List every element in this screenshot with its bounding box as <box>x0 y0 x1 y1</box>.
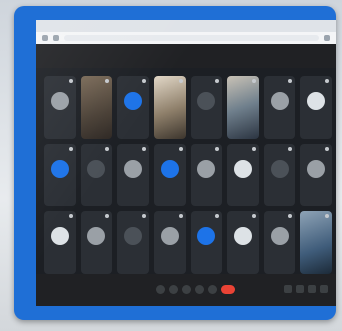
present-icon[interactable] <box>208 285 217 294</box>
participant-tile[interactable] <box>153 76 186 139</box>
participant-tile[interactable] <box>117 211 149 274</box>
muted-mic-icon <box>288 146 293 151</box>
meeting-screen <box>36 20 336 306</box>
address-bar <box>36 32 336 44</box>
center-controls <box>156 285 235 294</box>
activities-icon[interactable] <box>320 285 328 293</box>
people-icon[interactable] <box>296 285 304 293</box>
avatar <box>307 159 326 178</box>
participant-tile[interactable] <box>263 211 296 274</box>
participant-tile[interactable] <box>227 211 259 274</box>
muted-mic-icon <box>105 146 110 151</box>
avatar <box>87 227 106 246</box>
muted-mic-icon <box>68 79 73 83</box>
muted-mic-icon <box>215 79 220 83</box>
muted-mic-icon <box>141 79 146 83</box>
participant-tile[interactable] <box>227 143 259 207</box>
meeting-header <box>36 44 336 68</box>
avatar <box>124 159 143 178</box>
participant-tile[interactable] <box>263 143 296 207</box>
avatar <box>124 227 143 246</box>
participant-tile[interactable] <box>117 143 149 207</box>
participant-tile[interactable] <box>80 76 113 139</box>
participant-tile[interactable] <box>153 143 186 207</box>
avatar <box>270 159 289 178</box>
participant-tile[interactable] <box>263 76 296 139</box>
participant-tile[interactable] <box>227 76 259 139</box>
avatar <box>87 159 106 178</box>
tab-bar <box>36 20 336 32</box>
muted-mic-icon <box>288 79 293 83</box>
avatar <box>160 227 179 246</box>
muted-mic-icon <box>325 146 329 151</box>
muted-mic-icon <box>105 79 110 83</box>
participant-tile[interactable] <box>190 76 223 139</box>
muted-mic-icon <box>325 214 329 219</box>
captions-icon[interactable] <box>182 285 191 294</box>
back-icon[interactable] <box>42 35 48 41</box>
muted-mic-icon <box>178 79 183 83</box>
muted-mic-icon <box>215 214 220 219</box>
participant-tile[interactable] <box>190 143 223 207</box>
avatar <box>160 159 179 178</box>
mic-icon[interactable] <box>156 285 165 294</box>
avatar <box>270 227 289 246</box>
avatar <box>197 159 216 178</box>
muted-mic-icon <box>251 146 256 151</box>
participant-tile[interactable] <box>80 211 113 274</box>
raise-hand-icon[interactable] <box>195 285 204 294</box>
participant-tile[interactable] <box>153 211 186 274</box>
hangup-icon[interactable] <box>221 285 235 294</box>
camera-icon[interactable] <box>169 285 178 294</box>
avatar <box>233 159 252 178</box>
avatar <box>233 227 252 246</box>
muted-mic-icon <box>141 214 146 219</box>
participant-tile[interactable] <box>117 76 149 139</box>
muted-mic-icon <box>68 214 73 219</box>
participant-grid <box>44 76 332 274</box>
browser-chrome <box>36 20 336 68</box>
avatar <box>270 92 289 111</box>
avatar <box>307 92 326 111</box>
control-bar <box>36 274 336 306</box>
muted-mic-icon <box>251 79 256 83</box>
participant-tile[interactable] <box>44 211 76 274</box>
side-controls <box>284 285 328 293</box>
menu-icon[interactable] <box>324 35 330 41</box>
muted-mic-icon <box>105 214 110 219</box>
participant-tile[interactable] <box>44 76 76 139</box>
muted-mic-icon <box>325 79 329 83</box>
muted-mic-icon <box>178 214 183 219</box>
muted-mic-icon <box>68 146 73 151</box>
avatar <box>124 92 143 111</box>
muted-mic-icon <box>141 146 146 151</box>
muted-mic-icon <box>288 214 293 219</box>
muted-mic-icon <box>251 214 256 219</box>
participant-tile[interactable] <box>190 211 223 274</box>
avatar <box>50 159 69 178</box>
chat-icon[interactable] <box>308 285 316 293</box>
muted-mic-icon <box>215 146 220 151</box>
reload-icon[interactable] <box>53 35 59 41</box>
monitor-bezel <box>14 6 336 320</box>
muted-mic-icon <box>178 146 183 151</box>
avatar <box>50 92 69 111</box>
avatar <box>197 227 216 246</box>
participant-tile[interactable] <box>300 76 332 139</box>
participant-tile[interactable] <box>300 211 332 274</box>
avatar <box>50 227 69 246</box>
participant-tile[interactable] <box>44 143 76 207</box>
avatar <box>197 92 216 111</box>
participant-tile[interactable] <box>300 143 332 207</box>
info-icon[interactable] <box>284 285 292 293</box>
url-field[interactable] <box>64 35 319 41</box>
participant-tile[interactable] <box>80 143 113 207</box>
